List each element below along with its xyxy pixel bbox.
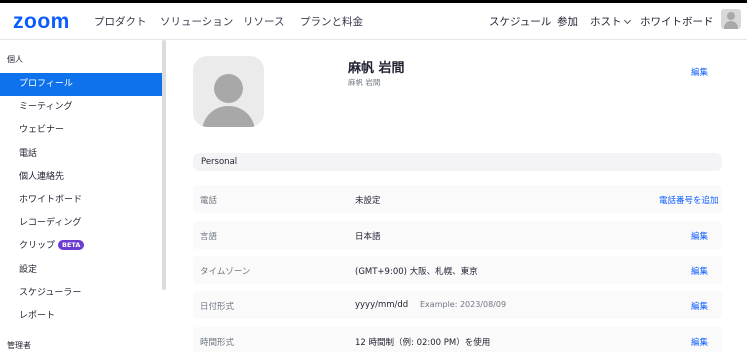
- setting-row-language: 言語 日本語 編集: [193, 221, 722, 249]
- sidebar: 個人 プロフィール ミーティング ウェビナー 電話 個人連絡先 ホワイトボード …: [0, 40, 166, 352]
- avatar-body-icon: [202, 106, 255, 127]
- profile-picture[interactable]: [193, 56, 264, 127]
- setting-value: 12 時間制（例: 02:00 PM）を使用: [355, 338, 491, 348]
- profile-name: 麻帆 岩間: [348, 61, 405, 76]
- nav-schedule[interactable]: スケジュール: [489, 14, 551, 29]
- sidebar-item-contacts[interactable]: 個人連絡先: [0, 166, 162, 189]
- setting-row-time-format: 時間形式 12 時間制（例: 02:00 PM）を使用 編集: [193, 327, 722, 352]
- setting-value: 日本語: [355, 232, 381, 242]
- setting-value: yyyy/mm/dd: [355, 300, 409, 310]
- sidebar-item-profile[interactable]: プロフィール: [0, 73, 162, 96]
- nav-solutions[interactable]: ソリューション: [160, 14, 233, 29]
- sidebar-item-settings[interactable]: 設定: [0, 259, 162, 282]
- sidebar-section-admin: 管理者: [7, 341, 31, 350]
- sidebar-item-reports[interactable]: レポート: [0, 305, 162, 328]
- chevron-down-icon: [623, 16, 631, 25]
- setting-row-timezone: タイムゾーン (GMT+9:00) 大阪、札幌、東京 編集: [193, 256, 722, 284]
- nav-resources[interactable]: リソース: [243, 14, 284, 29]
- user-avatar-button[interactable]: [721, 9, 741, 29]
- beta-badge: BETA: [58, 240, 85, 250]
- sidebar-section-personal: 個人: [7, 55, 23, 64]
- setting-value: (GMT+9:00) 大阪、札幌、東京: [355, 267, 478, 277]
- setting-label: 電話: [200, 196, 218, 206]
- top-nav-bar: zoom プロダクト ソリューション リソース プランと料金 スケジュール 参加…: [0, 3, 747, 39]
- setting-label: 日付形式: [200, 302, 235, 312]
- nav-join[interactable]: 参加: [557, 14, 578, 29]
- setting-row-date-format: 日付形式 yyyy/mm/dd Example: 2023/08/09 編集: [193, 291, 722, 319]
- setting-row-phone: 電話 未設定 電話番号を追加: [193, 185, 722, 213]
- date-format-example: Example: 2023/08/09: [420, 300, 507, 309]
- avatar-head-icon: [214, 74, 243, 103]
- avatar-head-icon: [727, 12, 735, 20]
- sidebar-item-meetings[interactable]: ミーティング: [0, 96, 162, 119]
- setting-label: 言語: [200, 232, 218, 242]
- edit-time-format-button[interactable]: 編集: [691, 336, 708, 348]
- nav-host[interactable]: ホスト: [590, 14, 631, 29]
- sidebar-item-clips[interactable]: クリップ BETA: [0, 235, 162, 258]
- edit-date-format-button[interactable]: 編集: [691, 300, 708, 312]
- profile-main: 麻帆 岩間 麻帆 岩間 編集 Personal 電話 未設定 電話番号を追加 言…: [166, 40, 747, 352]
- sidebar-item-webinars[interactable]: ウェビナー: [0, 119, 162, 142]
- nav-plans-pricing[interactable]: プランと料金: [300, 14, 363, 29]
- setting-label: タイムゾーン: [200, 267, 251, 277]
- sidebar-item-recordings[interactable]: レコーディング: [0, 212, 162, 235]
- nav-products[interactable]: プロダクト: [94, 14, 147, 29]
- sidebar-item-clips-label: クリップ: [19, 241, 56, 251]
- profile-display-name: 麻帆 岩間: [348, 78, 381, 87]
- sidebar-item-scheduler[interactable]: スケジューラー: [0, 282, 162, 305]
- edit-profile-button[interactable]: 編集: [691, 66, 708, 78]
- setting-value: 未設定: [355, 196, 381, 206]
- sidebar-item-phone[interactable]: 電話: [0, 143, 162, 166]
- sidebar-item-whiteboards[interactable]: ホワイトボード: [0, 189, 162, 212]
- setting-label: 時間形式: [200, 338, 235, 348]
- nav-host-label: ホスト: [590, 16, 622, 28]
- personal-section-header: Personal: [193, 153, 722, 171]
- edit-language-button[interactable]: 編集: [691, 230, 708, 242]
- avatar-body-icon: [724, 21, 738, 29]
- zoom-logo[interactable]: zoom: [13, 10, 70, 34]
- edit-timezone-button[interactable]: 編集: [691, 265, 708, 277]
- add-phone-button[interactable]: 電話番号を追加: [659, 194, 719, 206]
- nav-whiteboard[interactable]: ホワイトボード: [640, 14, 714, 29]
